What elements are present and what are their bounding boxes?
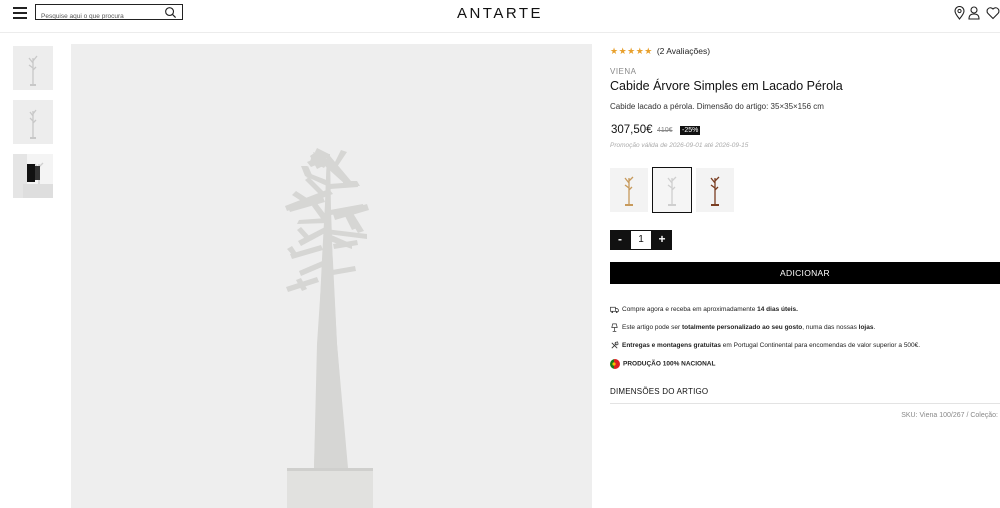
rating-count[interactable]: (2 Avaliações) xyxy=(657,46,710,56)
feature-custom-text-c: , numa das nossas xyxy=(802,324,859,332)
variant-wood-dark[interactable] xyxy=(696,168,734,212)
product-title: Cabide Árvore Simples em Lacado Pérola xyxy=(610,79,843,93)
truck-icon xyxy=(610,306,619,314)
current-price: 307,50€ xyxy=(611,124,653,136)
feature-custom-text-e: . xyxy=(873,324,876,332)
discount-badge: -25% xyxy=(680,126,701,135)
feature-free-delivery-text: em Portugal Continental para encomendas … xyxy=(720,342,921,350)
product-description: Cabide lacado a pérola. Dimensão do arti… xyxy=(610,102,824,111)
promo-validity: Promoção válida de 2026-09-01 até 2026-0… xyxy=(610,142,749,149)
qty-plus-button[interactable]: + xyxy=(652,230,672,250)
user-icon[interactable] xyxy=(968,6,980,20)
feature-custom: Este artigo pode ser totalmente personal… xyxy=(610,323,875,332)
heart-icon[interactable] xyxy=(986,6,1000,20)
feature-custom-text-a: Este artigo pode ser xyxy=(622,324,682,332)
qty-input[interactable]: 1 xyxy=(630,230,652,250)
add-to-cart-button[interactable]: ADICIONAR xyxy=(610,262,1000,284)
lamp-icon xyxy=(611,323,618,332)
portugal-flag-icon xyxy=(610,359,620,369)
thumbnail-2[interactable] xyxy=(13,100,53,144)
feature-delivery-text: Compre agora e receba em aproximadamente xyxy=(622,306,758,314)
search-box[interactable] xyxy=(35,4,183,23)
feature-free-delivery: Entregas e montagens gratuitas em Portug… xyxy=(610,341,920,350)
tools-icon xyxy=(611,341,619,349)
search-icon[interactable] xyxy=(164,6,177,19)
coat-rack-illustration xyxy=(285,148,373,508)
feature-delivery-days: 14 dias úteis. xyxy=(757,306,798,314)
sku-text: SKU: Viena 100/267 / Coleção: xyxy=(901,412,998,419)
rating-stars-icon: ★★★★★ xyxy=(610,46,653,56)
divider xyxy=(610,403,1000,404)
feature-free-delivery-bold: Entregas e montagens gratuitas xyxy=(622,342,721,350)
thumbnail-3[interactable] xyxy=(13,154,53,198)
stores-link[interactable]: lojas xyxy=(859,324,874,331)
site-header: ANTARTE xyxy=(0,0,1000,33)
variant-wood-light[interactable] xyxy=(610,168,648,212)
variant-pearl-selected[interactable] xyxy=(652,167,692,213)
feature-national-text: PRODUÇÃO 100% NACIONAL xyxy=(623,360,716,368)
thumbnail-1[interactable] xyxy=(13,46,53,90)
rating[interactable]: ★★★★★ (2 Avaliações) xyxy=(610,46,710,57)
search-input[interactable] xyxy=(36,10,161,23)
feature-custom-text-b: totalmente personalizado ao seu gosto xyxy=(681,324,803,332)
qty-minus-button[interactable]: - xyxy=(610,230,630,250)
menu-icon[interactable] xyxy=(13,7,27,19)
thumbnail-list xyxy=(13,46,53,208)
feature-national: PRODUÇÃO 100% NACIONAL xyxy=(610,359,715,369)
location-pin-icon[interactable] xyxy=(954,6,965,20)
feature-delivery: Compre agora e receba em aproximadamente… xyxy=(610,305,798,314)
main-product-image[interactable] xyxy=(71,44,592,508)
dimensions-toggle[interactable]: DIMENSÕES DO ARTIGO xyxy=(610,387,708,396)
old-price: 410€ xyxy=(657,127,673,134)
product-brand: VIENA xyxy=(610,67,637,76)
